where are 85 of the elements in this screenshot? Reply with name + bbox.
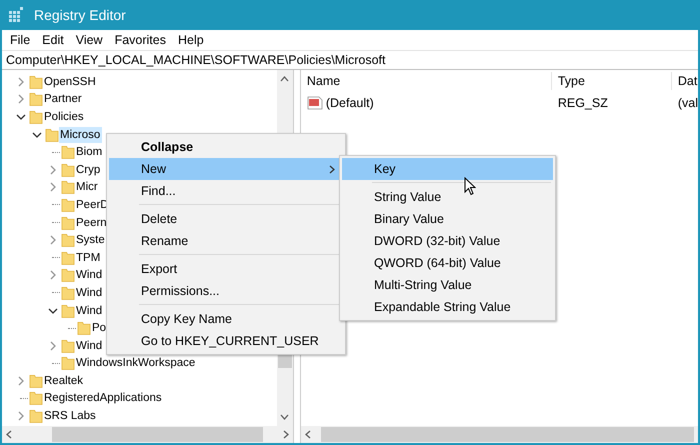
tree-item[interactable]: SRS Labs bbox=[43, 408, 98, 424]
address-field[interactable]: Computer\HKEY_LOCAL_MACHINE\SOFTWARE\Policies\Microsoft bbox=[2, 50, 698, 70]
table-cell-text: (Default) bbox=[326, 94, 374, 112]
menu-item[interactable]: Binary Value bbox=[342, 208, 553, 230]
string-value-icon bbox=[306, 95, 323, 111]
menu-item[interactable]: View bbox=[70, 30, 109, 50]
folder-icon bbox=[29, 372, 43, 389]
tree-item[interactable]: Microso bbox=[59, 126, 102, 143]
folder-icon bbox=[61, 355, 75, 372]
folder-icon bbox=[29, 408, 43, 424]
folder-icon bbox=[61, 162, 75, 178]
menu-item[interactable]: Multi-String Value bbox=[342, 274, 553, 296]
tree-item[interactable]: WindowsInkWorkspace bbox=[75, 355, 198, 372]
folder-icon bbox=[77, 320, 91, 336]
expand-chevron-icon[interactable] bbox=[48, 340, 58, 351]
mouse-pointer-icon bbox=[464, 177, 476, 196]
expand-chevron-icon[interactable] bbox=[48, 270, 58, 280]
menu-item[interactable]: Rename bbox=[109, 230, 343, 252]
tree-item[interactable]: OpenSSH bbox=[43, 74, 98, 90]
folder-icon bbox=[61, 144, 75, 160]
menu-item[interactable]: Key bbox=[342, 158, 553, 180]
expand-chevron-icon[interactable] bbox=[16, 76, 26, 87]
collapse-chevron-icon[interactable] bbox=[16, 112, 26, 122]
menu-item[interactable]: Favorites bbox=[108, 30, 172, 50]
menu-item[interactable]: Edit bbox=[36, 30, 70, 50]
folder-icon bbox=[29, 390, 43, 406]
menu-item[interactable]: Go to HKEY_CURRENT_USER bbox=[109, 330, 343, 352]
expand-chevron-icon[interactable] bbox=[48, 164, 58, 175]
folder-icon bbox=[61, 196, 75, 213]
horizontal-scrollbar[interactable] bbox=[2, 426, 293, 443]
registry-app-icon bbox=[8, 7, 24, 23]
folder-icon bbox=[61, 284, 75, 301]
column-header[interactable]: Type bbox=[550, 72, 671, 90]
tree-item[interactable]: TPM bbox=[75, 250, 102, 266]
column-header[interactable]: Dat bbox=[670, 72, 698, 90]
expand-chevron-icon[interactable] bbox=[16, 94, 26, 104]
expand-chevron-icon[interactable] bbox=[48, 182, 58, 192]
expand-chevron-icon[interactable] bbox=[48, 235, 58, 246]
tree-item[interactable]: Cryp bbox=[75, 162, 102, 178]
menu-item[interactable]: Collapse bbox=[109, 136, 343, 158]
tree-item[interactable]: Policies bbox=[43, 108, 86, 125]
tree-item[interactable]: Syste bbox=[75, 232, 107, 248]
window-title: Registry Editor bbox=[34, 6, 126, 25]
collapse-chevron-icon[interactable] bbox=[32, 130, 42, 140]
folder-icon bbox=[61, 179, 75, 196]
tree-item[interactable]: Partner bbox=[43, 91, 84, 108]
column-header[interactable]: Name bbox=[300, 72, 551, 90]
folder-icon bbox=[61, 267, 75, 284]
menu-item[interactable]: Expandable String Value bbox=[342, 296, 553, 318]
menu-item[interactable]: Export bbox=[109, 258, 343, 280]
tree-item[interactable]: Peern bbox=[75, 214, 109, 231]
tree-item[interactable]: Biom bbox=[75, 144, 104, 160]
expand-chevron-icon[interactable] bbox=[16, 411, 26, 422]
table-cell-text: REG_SZ bbox=[556, 94, 609, 112]
menu-item[interactable]: Permissions... bbox=[109, 280, 343, 302]
folder-icon bbox=[61, 250, 75, 266]
tree-item[interactable]: Po bbox=[91, 320, 108, 336]
menu-item[interactable]: String Value bbox=[342, 186, 553, 208]
folder-icon bbox=[29, 74, 43, 90]
tree-item[interactable]: Wind bbox=[75, 302, 104, 319]
folder-icon bbox=[61, 232, 75, 248]
menu-item[interactable]: Find... bbox=[109, 180, 343, 202]
table-cell-text: (val bbox=[676, 94, 698, 112]
tree-item[interactable]: Wind bbox=[75, 267, 104, 284]
horizontal-scrollbar[interactable] bbox=[300, 426, 698, 443]
menu-item[interactable]: QWORD (64-bit) Value bbox=[342, 252, 553, 274]
menu-item[interactable]: DWORD (32-bit) Value bbox=[342, 230, 553, 252]
tree-item[interactable]: Realtek bbox=[43, 372, 85, 389]
expand-chevron-icon[interactable] bbox=[16, 376, 26, 386]
folder-icon bbox=[29, 108, 43, 125]
tree-item[interactable]: Wind bbox=[75, 338, 104, 354]
folder-icon bbox=[61, 338, 75, 354]
folder-icon bbox=[61, 214, 75, 231]
menu-item[interactable]: Copy Key Name bbox=[109, 308, 343, 330]
folder-icon bbox=[61, 302, 75, 319]
tree-item[interactable]: Wind bbox=[75, 284, 104, 301]
scroll-thumb[interactable] bbox=[52, 427, 263, 442]
tree-item[interactable]: RegisteredApplications bbox=[43, 390, 164, 406]
tree-item[interactable]: Micr bbox=[75, 179, 100, 196]
menu-item[interactable]: Delete bbox=[109, 208, 343, 230]
folder-icon bbox=[29, 91, 43, 108]
menu-item[interactable]: File bbox=[4, 30, 36, 50]
menu-item[interactable]: Help bbox=[172, 30, 210, 50]
collapse-chevron-icon[interactable] bbox=[48, 306, 58, 316]
scroll-thumb[interactable] bbox=[320, 427, 694, 442]
